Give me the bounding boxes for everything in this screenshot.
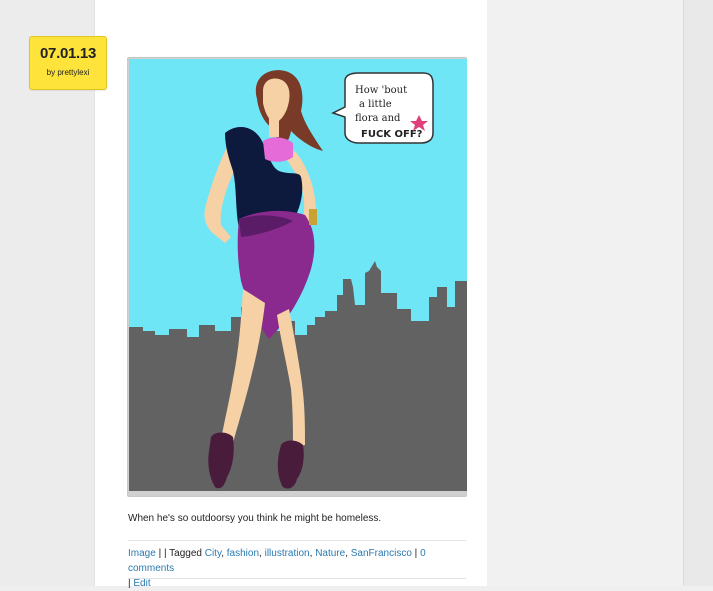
sidebar-area [487,0,683,586]
date-badge: 07.01.13 by prettylexi [29,36,107,90]
speech-line-2: a little [359,99,392,110]
divider-top [128,540,466,541]
post-caption: When he's so outdoorsy you think he migh… [128,513,382,524]
tag-fashion[interactable]: fashion [227,548,259,559]
post-meta: Image | | Tagged City, fashion, illustra… [128,546,470,591]
edit-link[interactable]: Edit [133,578,150,589]
speech-line-3: flora and [355,113,401,124]
meta-separator: | [411,548,421,559]
divider-bottom [128,578,466,579]
post-image[interactable]: How 'bout a little flora and FUCK OFF? [127,57,467,497]
format-link[interactable]: Image [128,548,156,559]
tag-sanfrancisco[interactable]: SanFrancisco [351,548,412,559]
neck [269,117,279,137]
tag-nature[interactable]: Nature [315,548,345,559]
bracelet [309,209,317,225]
dress-bandeau [263,137,293,162]
tag-illustration[interactable]: illustration [265,548,310,559]
tag-city[interactable]: City [205,548,221,559]
page-edge [683,0,713,586]
speech-line-1: How 'bout [355,85,407,96]
meta-separator: | [155,548,164,559]
tagged-label: | Tagged [163,548,205,559]
illustration-image: How 'bout a little flora and FUCK OFF? [129,59,467,491]
post-author[interactable]: by prettylexi [30,68,106,77]
post-date: 07.01.13 [40,45,96,62]
